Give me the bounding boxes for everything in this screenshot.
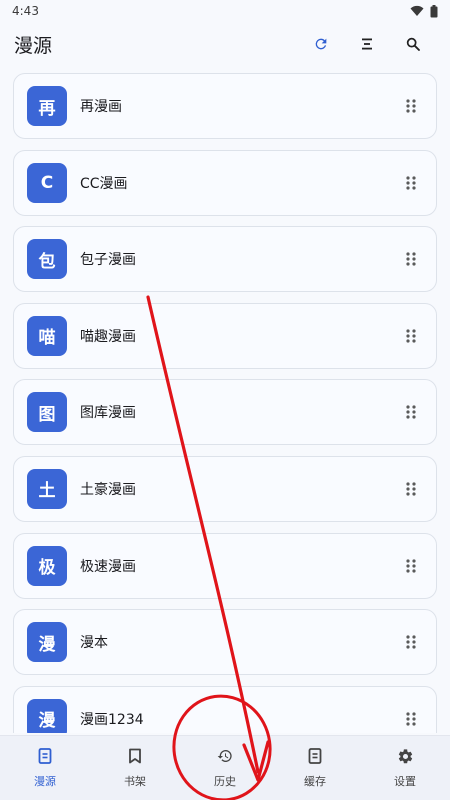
source-name: 漫本 [80,635,108,652]
source-card[interactable]: 漫 漫本 [13,609,437,676]
drag-handle-icon[interactable] [400,248,422,270]
download-icon [306,747,324,765]
source-card[interactable]: 漫 漫画1234 [13,685,437,733]
nav-item-settings[interactable]: 设置 [360,736,450,800]
source-avatar: 漫 [27,698,67,733]
top-app-bar: 漫源 [0,22,450,66]
source-avatar: 再 [27,86,67,126]
source-card[interactable]: 喵 喵趣漫画 [13,302,437,369]
source-name: 极速漫画 [80,558,136,575]
nav-item-sources[interactable]: 漫源 [0,736,90,800]
nav-label: 设置 [394,775,416,788]
source-avatar: 图 [27,392,67,433]
source-avatar: 漫 [27,622,67,663]
source-avatar: 极 [27,545,67,586]
nav-label: 缓存 [304,775,326,788]
source-avatar: 喵 [27,315,67,356]
source-card[interactable]: 图 图库漫画 [13,379,437,446]
search-icon [406,37,420,51]
nav-item-cache[interactable]: 缓存 [270,736,360,800]
source-name: 喵趣漫画 [80,328,136,345]
search-button[interactable] [390,24,436,64]
sort-icon [362,38,372,50]
status-icons [410,4,438,18]
top-actions [298,24,436,64]
source-card[interactable]: 极 极速漫画 [13,532,437,599]
drag-handle-icon[interactable] [400,401,422,423]
drag-handle-icon[interactable] [400,555,422,577]
source-card[interactable]: 土 土豪漫画 [13,455,437,522]
source-name: 图库漫画 [80,405,136,422]
drag-handle-icon[interactable] [400,478,422,500]
bookmark-icon [126,747,144,765]
refresh-button[interactable] [298,24,344,64]
battery-icon [430,4,438,17]
book-icon [36,747,54,765]
source-name: 土豪漫画 [80,481,136,498]
gear-icon [396,747,414,765]
drag-handle-icon[interactable] [400,95,422,117]
bottom-navigation: 漫源 书架 历史 缓存 设置 [0,735,450,800]
status-time: 4:43 [12,4,39,18]
nav-label: 书架 [124,775,146,788]
source-name: 漫画1234 [80,711,144,728]
source-card[interactable]: 再 再漫画 [13,73,437,139]
drag-handle-icon[interactable] [400,172,422,194]
source-name: CC漫画 [80,175,128,192]
source-card[interactable]: C CC漫画 [13,149,437,216]
drag-handle-icon[interactable] [400,708,422,730]
source-card[interactable]: 包 包子漫画 [13,226,437,293]
source-avatar: C [27,162,67,203]
sort-button[interactable] [344,24,390,64]
source-name: 包子漫画 [80,252,136,269]
history-icon [216,747,234,765]
drag-handle-icon[interactable] [400,325,422,347]
page-title: 漫源 [14,34,53,57]
source-avatar: 包 [27,239,67,280]
wifi-icon [410,5,424,16]
nav-label: 历史 [214,775,236,788]
nav-item-bookshelf[interactable]: 书架 [90,736,180,800]
refresh-icon [315,38,327,50]
drag-handle-icon[interactable] [400,631,422,653]
source-name: 再漫画 [80,99,122,115]
source-list: 再 再漫画 C CC漫画 包 包子漫画 喵 喵趣漫画 图 图库漫画 土 土豪漫画 [13,73,437,733]
source-avatar: 土 [27,468,67,509]
nav-label: 漫源 [34,775,56,788]
status-bar: 4:43 [0,0,450,22]
nav-item-history[interactable]: 历史 [180,736,270,800]
